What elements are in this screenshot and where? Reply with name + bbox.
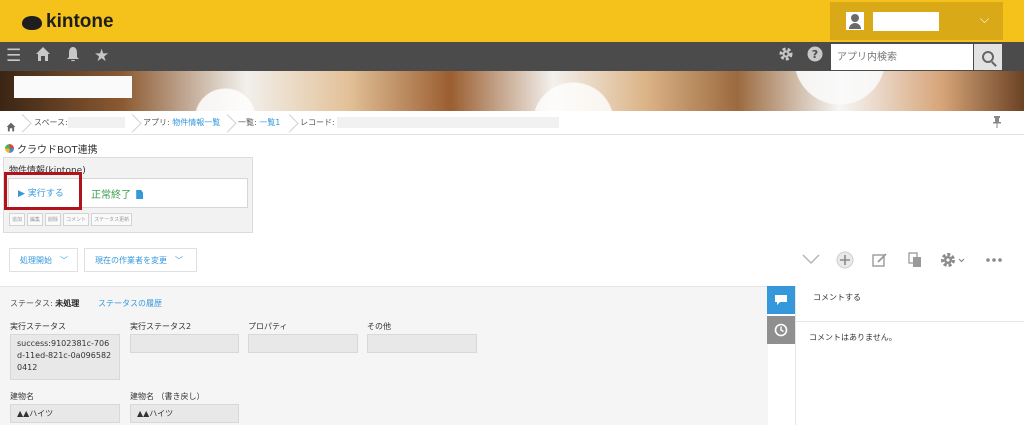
field-label: その他 <box>367 322 391 331</box>
settings-gear-icon[interactable] <box>940 252 966 272</box>
breadcrumb-app-prefix: アプリ: <box>143 118 170 127</box>
search-icon <box>982 51 994 63</box>
field-label: プロパティ <box>248 322 288 331</box>
history-tab[interactable] <box>767 316 795 344</box>
status-value: 未処理 <box>55 299 80 308</box>
no-comments-text: コメントはありません。 <box>809 333 897 342</box>
change-assignee-button[interactable]: 現在の作業者を変更 ﹀ <box>84 248 197 272</box>
run-result[interactable]: 正常終了 <box>91 186 144 201</box>
field-exec-status-2 <box>130 334 239 353</box>
svg-text:?: ? <box>812 48 818 61</box>
collapse-chevron-icon[interactable] <box>802 252 820 270</box>
user-menu[interactable]: ⌵ <box>830 2 1003 40</box>
plugin-trigger-tags: 追加 編集 削除 コメント ステータス更新 <box>9 213 133 226</box>
history-icon <box>774 323 788 337</box>
comment-icon <box>775 295 787 305</box>
field-label: 建物名 <box>10 392 34 401</box>
breadcrumb-space-label: スペース: <box>34 118 68 127</box>
breadcrumb-separator <box>283 111 293 135</box>
space-banner-image <box>0 71 1024 111</box>
field-building-name-writeback: ▲▲ハイツ <box>130 404 239 423</box>
breadcrumb-separator <box>16 111 26 135</box>
app-header: kintone ⌵ <box>0 0 1024 42</box>
space-name-redacted[interactable] <box>68 117 125 128</box>
breadcrumb-list-prefix: 一覧: <box>238 118 257 127</box>
user-avatar-icon <box>846 12 864 30</box>
bell-icon[interactable] <box>65 46 81 67</box>
gear-icon[interactable] <box>778 46 794 67</box>
home-icon[interactable] <box>35 46 51 67</box>
plugin-title: クラウドBOT連携 <box>5 141 98 156</box>
field-label: 建物名 （書き戻し） <box>130 392 205 401</box>
logo-text: kintone <box>46 11 114 32</box>
trigger-tag: ステータス更新 <box>91 213 133 226</box>
process-start-button[interactable]: 処理開始 ﹀ <box>9 248 78 272</box>
trigger-tag: 削除 <box>45 213 62 226</box>
breadcrumb-app[interactable]: アプリ: 物件情報一覧 <box>143 117 220 128</box>
trigger-tag: コメント <box>63 213 90 226</box>
record-detail: ステータス: 未処理 ステータスの履歴 実行ステータス success:9102… <box>0 286 768 425</box>
app-search-input[interactable] <box>831 44 973 70</box>
breadcrumb-app-link[interactable]: 物件情報一覧 <box>172 118 220 127</box>
field-value <box>249 335 357 341</box>
field-value: success:9102381c-706d-11ed-821c-0a096582… <box>17 339 112 372</box>
kintone-logo-icon <box>22 16 42 30</box>
chevron-down-icon: ﹀ <box>175 255 183 265</box>
kintone-logo[interactable]: kintone <box>22 11 114 33</box>
breadcrumb-list-link[interactable]: 一覧1 <box>259 118 280 127</box>
pin-icon[interactable] <box>993 116 1001 131</box>
trigger-tag: 編集 <box>27 213 44 226</box>
breadcrumb-list[interactable]: 一覧: 一覧1 <box>238 117 280 128</box>
breadcrumb-record-label: レコード: <box>300 118 335 127</box>
help-icon[interactable]: ? <box>807 46 823 67</box>
field-value <box>131 335 238 341</box>
document-icon[interactable] <box>136 190 144 199</box>
user-name-redacted <box>873 12 939 31</box>
breadcrumb-separator <box>221 111 231 135</box>
edit-icon[interactable] <box>872 252 888 272</box>
global-nav-bar: ☰ ★ ? <box>0 42 1024 71</box>
status-line: ステータス: 未処理 <box>10 298 79 309</box>
cloudbot-logo-icon <box>5 144 14 153</box>
chevron-down-icon[interactable]: ⌵ <box>980 12 989 27</box>
process-start-label: 処理開始 <box>20 255 52 265</box>
run-result-text: 正常終了 <box>91 190 131 201</box>
chevron-down-icon: ﹀ <box>60 255 68 265</box>
change-assignee-label: 現在の作業者を変更 <box>95 255 167 265</box>
copy-icon[interactable] <box>907 252 923 272</box>
field-value: ▲▲ハイツ <box>137 409 174 418</box>
field-value <box>368 335 476 341</box>
field-exec-status: success:9102381c-706d-11ed-821c-0a096582… <box>10 334 120 380</box>
record-name-redacted <box>337 117 559 128</box>
plugin-title-text: クラウドBOT連携 <box>17 145 98 156</box>
add-record-icon[interactable] <box>836 251 854 273</box>
field-building-name: ▲▲ハイツ <box>10 404 120 423</box>
breadcrumb-separator <box>126 111 136 135</box>
menu-icon[interactable]: ☰ <box>6 46 21 66</box>
trigger-tag: 追加 <box>9 213 26 226</box>
field-value: ▲▲ハイツ <box>17 409 54 418</box>
breadcrumb: スペース: アプリ: 物件情報一覧 一覧: 一覧1 レコード: <box>0 111 1024 135</box>
comments-tab[interactable] <box>767 286 795 314</box>
run-button-highlight <box>4 172 82 210</box>
field-label: 実行ステータス2 <box>130 322 192 331</box>
field-other <box>367 334 477 353</box>
banner-title-redacted <box>14 76 132 98</box>
status-label: ステータス: <box>10 299 53 308</box>
field-label: 実行ステータス <box>10 322 66 331</box>
comment-input[interactable]: コメントする <box>796 286 1024 322</box>
field-property <box>248 334 358 353</box>
comment-placeholder: コメントする <box>813 293 861 302</box>
comment-pane: コメントする コメントはありません。 <box>795 286 1024 425</box>
status-history-link[interactable]: ステータスの履歴 <box>98 298 162 309</box>
more-options-icon[interactable] <box>985 252 1003 272</box>
star-icon[interactable]: ★ <box>94 46 109 66</box>
search-button[interactable] <box>974 44 1002 70</box>
